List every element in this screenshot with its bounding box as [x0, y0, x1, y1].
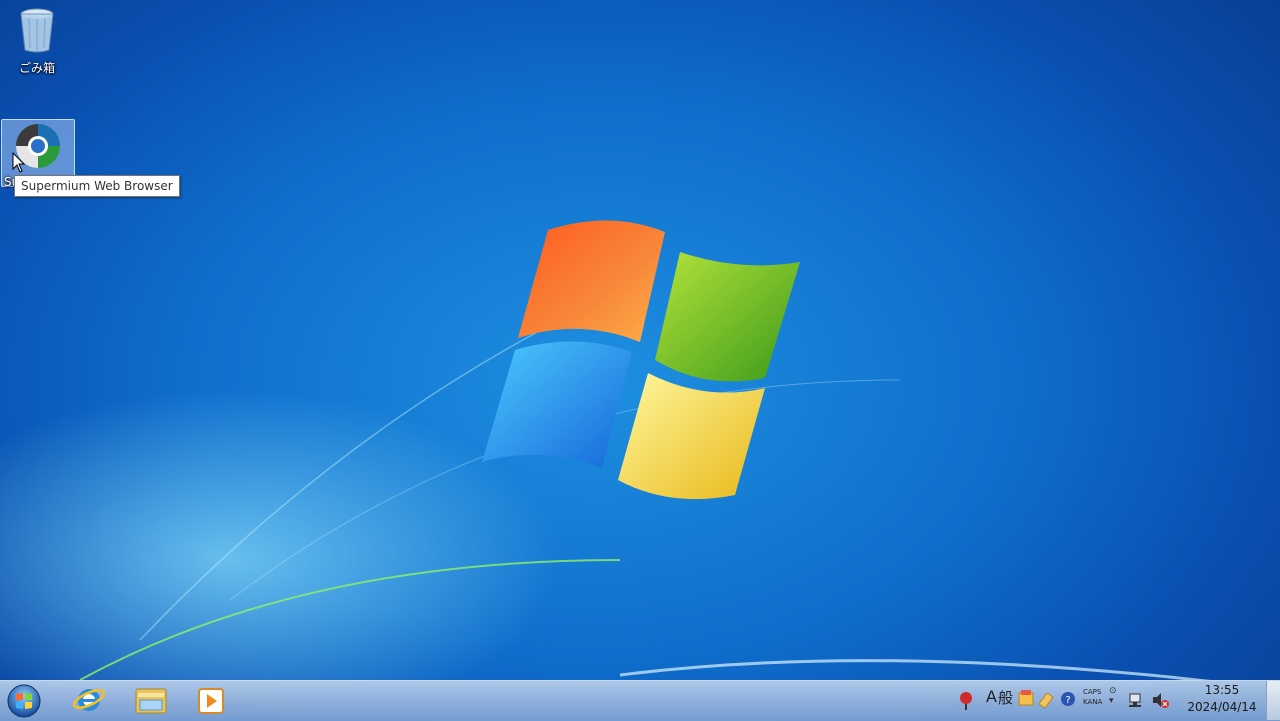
help-icon[interactable]: ? [1059, 684, 1077, 716]
tray-notification-icon[interactable] [955, 684, 977, 716]
caps-kana-indicator[interactable]: CAPS KANA [1083, 687, 1102, 707]
windows-logo [482, 220, 800, 500]
ime-dictionary-icon[interactable] [1017, 684, 1035, 716]
show-desktop-button[interactable] [1266, 681, 1280, 720]
network-icon[interactable] [1127, 684, 1145, 716]
kana-label: KANA [1083, 698, 1103, 706]
ime-conversion-mode[interactable]: 般 [998, 687, 1013, 708]
desktop-icon-recycle-bin[interactable]: ごみ箱 [1, 6, 73, 76]
desktop-icon-label: ごみ箱 [18, 61, 55, 75]
clock-date: 2024/04/14 [1187, 700, 1257, 714]
mouse-cursor-icon [12, 152, 26, 173]
tooltip: Supermium Web Browser [14, 175, 180, 197]
svg-text:?: ? [1065, 695, 1070, 706]
internet-explorer-icon [73, 689, 105, 711]
media-player-icon [198, 688, 224, 714]
ime-tools-icon[interactable] [1037, 684, 1055, 716]
ime-options-icon[interactable]: ⊙ ▾ [1109, 686, 1117, 706]
taskbar-internet-explorer[interactable] [64, 683, 114, 717]
volume-muted-icon[interactable] [1151, 684, 1171, 716]
windows-explorer-icon [135, 688, 167, 714]
wallpaper [0, 220, 1211, 680]
caps-label: CAPS [1083, 688, 1102, 696]
taskbar-windows-explorer[interactable] [126, 683, 176, 717]
recycle-bin-icon [20, 8, 54, 53]
start-button[interactable] [5, 683, 43, 719]
clock-time: 13:55 [1204, 683, 1240, 697]
taskbar-clock[interactable]: 13:55 2024/04/14 [1180, 682, 1264, 716]
taskbar-media-player[interactable] [186, 683, 236, 717]
ime-input-mode[interactable]: A [986, 687, 997, 706]
